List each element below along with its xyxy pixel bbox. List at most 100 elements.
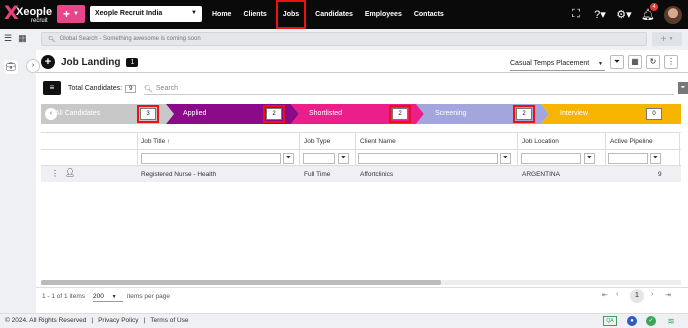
logo-text: Xeople xyxy=(16,6,53,18)
stage-label: Shortlisted xyxy=(309,110,343,117)
briefcase-icon[interactable]: 💼︎ xyxy=(4,60,18,74)
cell-job-title[interactable]: Registered Nurse - Health xyxy=(141,171,216,178)
stage-screening[interactable]: Screening 2 xyxy=(416,104,541,124)
first-page-icon[interactable]: ⇤ xyxy=(602,291,608,299)
horizontal-scrollbar[interactable] xyxy=(41,280,681,285)
chevron-down-icon: ▼ xyxy=(598,61,603,67)
table-row[interactable]: ⋮ 👤︎ Registered Nurse - Health Full Time… xyxy=(41,166,681,182)
col-client-name[interactable]: Client Name xyxy=(360,138,396,145)
nav-jobs[interactable]: Jobs xyxy=(275,0,307,29)
view-toggle: ☰ ▦ xyxy=(4,33,27,44)
filter-location-input[interactable] xyxy=(521,153,581,164)
filter-client-input[interactable] xyxy=(358,153,498,164)
stage-shortlisted[interactable]: Shortlisted 2 xyxy=(291,104,416,124)
list-view-icon[interactable]: ☰ xyxy=(4,33,12,44)
nav-contacts[interactable]: Contacts xyxy=(408,0,450,29)
filter-lines-button[interactable]: ≡ xyxy=(43,81,61,95)
secondary-add-button[interactable]: + ▼ xyxy=(652,32,682,46)
footer-separator: | xyxy=(143,317,146,324)
refresh-icon[interactable]: ↻ xyxy=(646,55,660,69)
logo-subtext: recruit xyxy=(31,18,48,24)
nav-clients[interactable]: Clients xyxy=(237,0,272,29)
chevron-down-icon: ▼ xyxy=(668,36,674,42)
grid-view-icon[interactable]: ▦ xyxy=(18,33,27,44)
filter-icon[interactable]: ⏷ xyxy=(584,153,595,164)
next-page-icon[interactable]: › xyxy=(651,291,653,298)
main-panel: + Job Landing 1 Casual Temps Placement ▼… xyxy=(36,50,688,313)
nav-employees[interactable]: Employees xyxy=(359,0,408,29)
quick-add-button[interactable]: + ▼ xyxy=(57,5,85,23)
side-filter-icon[interactable]: ⏷ xyxy=(678,82,688,94)
nav-home[interactable]: Home xyxy=(206,0,237,29)
last-page-icon[interactable]: ⇥ xyxy=(665,291,671,299)
filter-icon[interactable]: ⏷ xyxy=(500,153,511,164)
gear-icon[interactable]: ⚙▾ xyxy=(612,8,636,21)
filter-job-type-input[interactable] xyxy=(303,153,335,164)
cell-pipeline[interactable]: 9 xyxy=(658,171,662,178)
secondary-add-label: + xyxy=(660,33,667,45)
placement-type-select[interactable]: Casual Temps Placement ▼ xyxy=(510,57,605,71)
row-menu-icon[interactable]: ⋮ xyxy=(51,169,59,178)
left-sidebar xyxy=(0,50,36,313)
avatar[interactable] xyxy=(664,5,682,24)
fullscreen-icon[interactable]: ⛶ xyxy=(564,8,588,21)
add-job-button[interactable]: + xyxy=(41,55,55,69)
col-label: Job Title xyxy=(141,138,166,145)
sort-up-icon: ↑ xyxy=(167,138,171,145)
job-count-badge: 1 xyxy=(126,57,139,67)
page-size-select[interactable]: 200 ▼ xyxy=(93,291,123,302)
col-job-title[interactable]: Job Title ↑ xyxy=(141,138,170,145)
stage-all-candidates[interactable]: All Candidates 3 xyxy=(41,104,166,124)
page-header: + Job Landing 1 xyxy=(41,55,139,69)
page-size-value: 200 xyxy=(93,293,104,300)
recruiter-icon[interactable]: 👤︎ xyxy=(65,168,75,177)
pager-info: 1 - 1 of 1 items xyxy=(42,293,85,300)
columns-icon[interactable]: ▦ xyxy=(628,55,642,69)
stage-label: Applied xyxy=(183,110,207,117)
pipeline-prev-chevron-icon[interactable]: ‹ xyxy=(45,108,57,120)
filter-icon[interactable]: ⏷ xyxy=(283,153,294,164)
company-name: Xeople Recruit India xyxy=(95,10,163,17)
wifi-icon: ≋ xyxy=(667,316,675,326)
company-selector[interactable]: Xeople Recruit India ▼ xyxy=(90,6,202,22)
current-page-button[interactable]: 1 xyxy=(630,289,644,303)
main-nav: Home Clients Jobs Candidates Employees C… xyxy=(206,0,450,29)
search-icon: 🔍︎ xyxy=(48,36,56,43)
filter-job-title-input[interactable] xyxy=(141,153,281,164)
pipeline-stages: ‹ All Candidates 3 Applied 2 Shortlisted… xyxy=(41,104,681,124)
stage-interview[interactable]: Interview 0 xyxy=(541,104,681,124)
stage-count: 2 xyxy=(263,105,285,123)
privacy-link[interactable]: Privacy Policy xyxy=(98,317,138,324)
sidebar-toggle-chevron-icon[interactable]: › xyxy=(26,59,40,73)
cell-location: ARGENTINA xyxy=(522,171,560,178)
check-circle-icon[interactable]: ✓ xyxy=(646,316,656,326)
filter-pipeline-stepper[interactable] xyxy=(608,153,648,164)
stage-count: 3 xyxy=(137,105,159,123)
col-active-pipeline[interactable]: Active Pipeline xyxy=(610,138,653,145)
stage-applied[interactable]: Applied 2 xyxy=(166,104,291,124)
page-size-label: items per page xyxy=(127,293,170,300)
search-row: ☰ ▦ 🔍︎ Global Search - Something awesome… xyxy=(0,29,688,49)
filter-icon[interactable]: ⏷ xyxy=(650,153,661,164)
quick-add-label: + xyxy=(63,7,71,21)
col-job-location[interactable]: Job Location xyxy=(522,138,559,145)
cell-job-type: Full Time xyxy=(304,171,331,178)
global-search-placeholder: Global Search - Something awesome is com… xyxy=(59,36,201,42)
notification-badge: 4 xyxy=(650,3,658,11)
bell-icon[interactable]: 🔔︎ 4 xyxy=(636,3,660,21)
cell-client[interactable]: Affortclinics xyxy=(360,171,393,178)
filter-icon[interactable]: ⏷ xyxy=(338,153,349,164)
search-icon: 🔍︎ xyxy=(144,85,153,93)
global-search-input[interactable]: 🔍︎ Global Search - Something awesome is … xyxy=(41,32,647,46)
more-vert-icon[interactable]: ⋮ xyxy=(664,55,678,69)
col-job-type[interactable]: Job Type xyxy=(304,138,330,145)
user-account-icon[interactable]: ● xyxy=(627,316,637,326)
pipeline-search-input[interactable]: 🔍︎ Search xyxy=(144,83,674,95)
filter-toggle-icon[interactable]: ⏷ xyxy=(610,55,624,69)
nav-candidates[interactable]: Candidates xyxy=(309,0,359,29)
terms-link[interactable]: Terms of Use xyxy=(150,317,188,324)
help-icon[interactable]: ?▾ xyxy=(588,8,612,21)
xeople-logo[interactable]: X Xeople recruit xyxy=(4,2,53,27)
scrollbar-thumb[interactable] xyxy=(41,280,441,285)
prev-page-icon[interactable]: ‹ xyxy=(616,291,618,298)
